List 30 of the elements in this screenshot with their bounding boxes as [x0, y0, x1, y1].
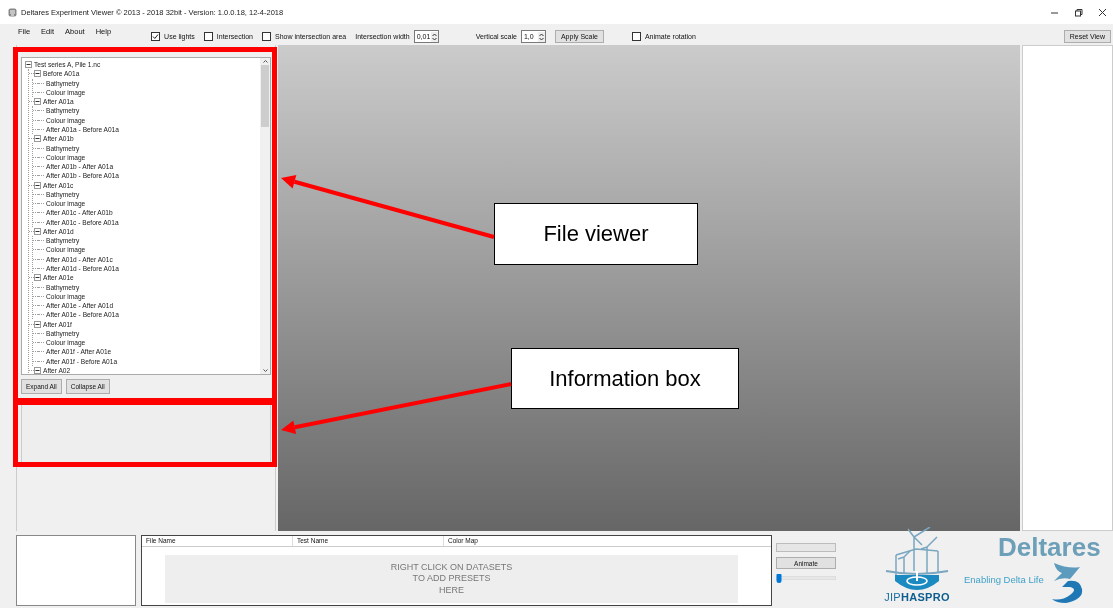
callout: Information box: [511, 348, 739, 409]
tagline: Enabling Delta Life: [964, 573, 1044, 585]
collapse-icon[interactable]: [34, 227, 41, 235]
collapse-icon[interactable]: [34, 70, 41, 78]
collapse-icon[interactable]: [25, 61, 32, 69]
collapse-icon[interactable]: [34, 135, 41, 143]
collapse-icon[interactable]: [34, 181, 41, 189]
scroll-down-icon[interactable]: [261, 367, 269, 374]
callout: File viewer: [494, 203, 698, 265]
collapse-icon[interactable]: [34, 98, 41, 106]
scroll-thumb[interactable]: [261, 65, 269, 127]
checkbox[interactable]: [151, 32, 161, 41]
collapse-icon[interactable]: [34, 366, 41, 374]
company-logo-text: Deltares: [997, 533, 1101, 561]
app-icon: [8, 7, 17, 17]
spin-arrows-icon[interactable]: [430, 31, 438, 42]
placeholder-text: RIGHT CLICK ON DATASETS TO ADD PRESETS HERE: [390, 561, 513, 597]
collapse-icon[interactable]: [34, 320, 41, 328]
3d-viewport[interactable]: [278, 45, 1020, 531]
restore-icon[interactable]: [1074, 7, 1083, 17]
scrollbar[interactable]: [260, 58, 270, 374]
scroll-up-icon[interactable]: [261, 58, 269, 65]
checkbox[interactable]: [262, 32, 271, 41]
project-logo-text: JIPHASPRO: [884, 591, 950, 603]
close-icon[interactable]: [1098, 7, 1107, 17]
collapse-icon[interactable]: [34, 274, 41, 282]
spin-arrows-icon[interactable]: [537, 31, 545, 42]
slider-thumb[interactable]: [776, 573, 782, 583]
checkbox[interactable]: [631, 32, 641, 41]
checkbox[interactable]: [203, 32, 213, 41]
